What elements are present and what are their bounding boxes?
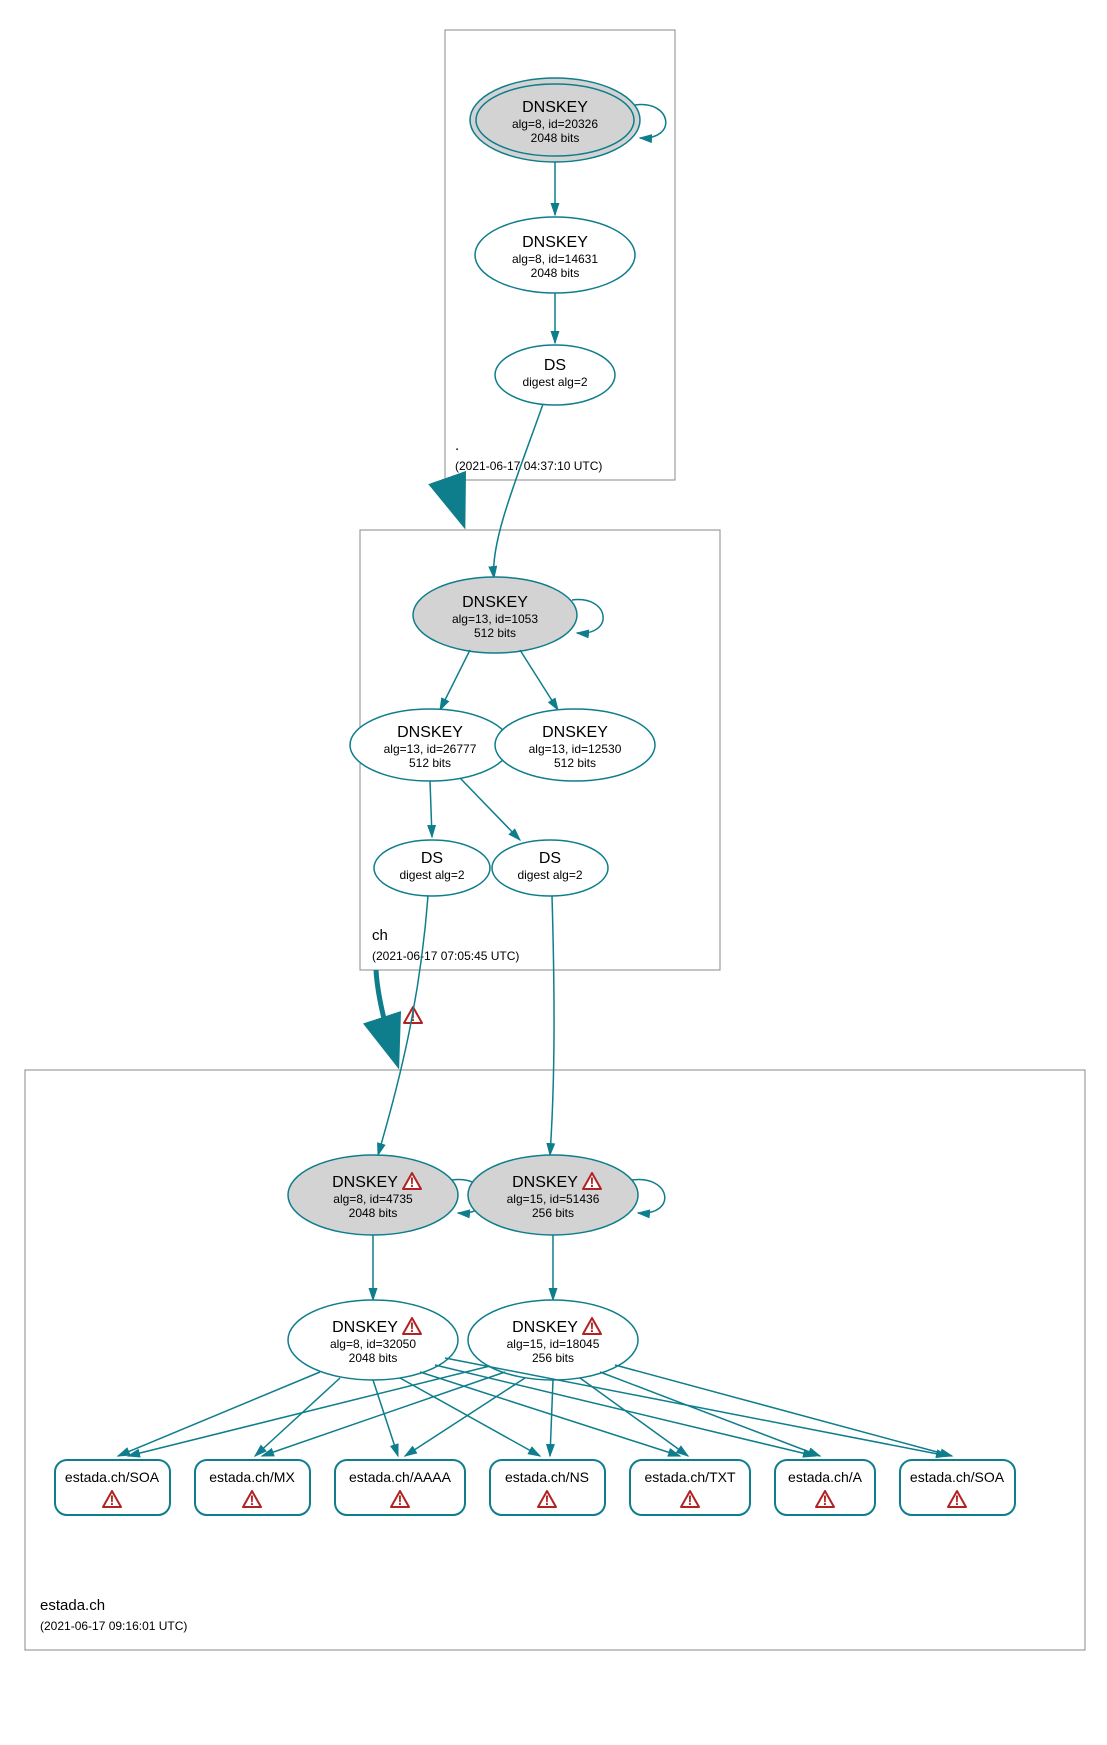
edge-n5-n8: [460, 778, 520, 840]
svg-text:estada.ch/SOA: estada.ch/SOA: [65, 1469, 160, 1485]
svg-text:2048 bits: 2048 bits: [531, 131, 580, 145]
edge-n12-r6: [600, 1372, 820, 1456]
svg-text:digest alg=2: digest alg=2: [517, 868, 582, 882]
svg-text:alg=8, id=32050: alg=8, id=32050: [330, 1337, 416, 1351]
svg-text:alg=8, id=4735: alg=8, id=4735: [333, 1192, 413, 1206]
edge-root-to-ch: [455, 480, 462, 520]
svg-text:2048 bits: 2048 bits: [349, 1206, 398, 1220]
rrset-txt: estada.ch/TXT: [630, 1460, 750, 1515]
svg-text:estada.ch/NS: estada.ch/NS: [505, 1469, 589, 1485]
ds-root: DS digest alg=2: [495, 345, 615, 405]
dnskey-estada-ksk-51436: DNSKEY alg=15, id=51436 256 bits: [468, 1155, 665, 1235]
zone-ch-ts: (2021-06-17 07:05:45 UTC): [372, 949, 519, 963]
ds-ch-1: DS digest alg=2: [374, 840, 490, 896]
edge-ch-to-estada: [376, 970, 396, 1060]
svg-text:estada.ch/MX: estada.ch/MX: [209, 1469, 295, 1485]
svg-text:DS: DS: [539, 850, 561, 867]
rrset-soa-2: estada.ch/SOA: [900, 1460, 1015, 1515]
svg-text:DNSKEY: DNSKEY: [542, 724, 608, 741]
svg-text:alg=8, id=20326: alg=8, id=20326: [512, 117, 598, 131]
dnskey-ch-ksk: DNSKEY alg=13, id=1053 512 bits: [413, 577, 603, 653]
dnskey-root-ksk: DNSKEY alg=8, id=20326 2048 bits: [470, 78, 666, 162]
edge-n12-r1: [128, 1366, 490, 1456]
svg-text:DNSKEY: DNSKEY: [462, 594, 528, 611]
zone-root-label: .: [455, 437, 459, 454]
zone-estada-label: estada.ch: [40, 1597, 105, 1614]
svg-text:DNSKEY: DNSKEY: [332, 1174, 398, 1191]
rrset-soa-1: estada.ch/SOA: [55, 1460, 170, 1515]
dnskey-estada-ksk-4735: DNSKEY alg=8, id=4735 2048 bits: [288, 1155, 485, 1235]
svg-text:DNSKEY: DNSKEY: [522, 234, 588, 251]
svg-text:alg=8, id=14631: alg=8, id=14631: [512, 252, 598, 266]
svg-text:512 bits: 512 bits: [474, 626, 516, 640]
edge-n11-r7: [445, 1358, 948, 1456]
svg-text:256 bits: 256 bits: [532, 1351, 574, 1365]
edge-n8-n10: [550, 896, 554, 1155]
svg-text:512 bits: 512 bits: [554, 756, 596, 770]
edge-n5-n7: [430, 781, 432, 837]
svg-text:alg=15, id=51436: alg=15, id=51436: [507, 1192, 600, 1206]
edge-n11-r1: [118, 1372, 320, 1456]
edge-n4-n5: [440, 650, 470, 710]
zone-estada-ts: (2021-06-17 09:16:01 UTC): [40, 1619, 187, 1633]
svg-text:2048 bits: 2048 bits: [349, 1351, 398, 1365]
rrset-a: estada.ch/A: [775, 1460, 875, 1515]
svg-text:256 bits: 256 bits: [532, 1206, 574, 1220]
svg-text:DS: DS: [421, 850, 443, 867]
svg-text:alg=15, id=18045: alg=15, id=18045: [507, 1337, 600, 1351]
ds-ch-2: DS digest alg=2: [492, 840, 608, 896]
rrset-aaaa: estada.ch/AAAA: [335, 1460, 465, 1515]
zone-root-ts: (2021-06-17 04:37:10 UTC): [455, 459, 602, 473]
svg-text:DNSKEY: DNSKEY: [512, 1319, 578, 1336]
edge-n12-r4: [550, 1380, 553, 1456]
edge-n3-n4: [494, 404, 543, 578]
svg-text:alg=13, id=26777: alg=13, id=26777: [384, 742, 477, 756]
edge-n4-n6: [520, 650, 558, 710]
svg-text:estada.ch/AAAA: estada.ch/AAAA: [349, 1469, 452, 1485]
svg-text:alg=13, id=12530: alg=13, id=12530: [529, 742, 622, 756]
zone-ch-label: ch: [372, 927, 388, 944]
dnskey-ch-zsk-26777: DNSKEY alg=13, id=26777 512 bits: [350, 709, 510, 781]
svg-text:DNSKEY: DNSKEY: [332, 1319, 398, 1336]
dnskey-root-zsk: DNSKEY alg=8, id=14631 2048 bits: [475, 217, 635, 293]
dnskey-estada-zsk-32050: DNSKEY alg=8, id=32050 2048 bits: [288, 1300, 458, 1380]
dnssec-diagram: ! . (2021-06-17 04:37:10 UTC) ch (2021-0…: [0, 0, 1107, 1745]
svg-text:DNSKEY: DNSKEY: [512, 1174, 578, 1191]
svg-text:DS: DS: [544, 357, 566, 374]
rrset-mx: estada.ch/MX: [195, 1460, 310, 1515]
svg-text:alg=13, id=1053: alg=13, id=1053: [452, 612, 538, 626]
svg-text:DNSKEY: DNSKEY: [397, 724, 463, 741]
edge-n11-r4: [400, 1378, 540, 1456]
svg-text:512 bits: 512 bits: [409, 756, 451, 770]
svg-text:digest alg=2: digest alg=2: [399, 868, 464, 882]
edge-n12-r5: [580, 1378, 688, 1456]
svg-text:estada.ch/SOA: estada.ch/SOA: [910, 1469, 1005, 1485]
svg-text:estada.ch/A: estada.ch/A: [788, 1469, 863, 1485]
svg-text:estada.ch/TXT: estada.ch/TXT: [644, 1469, 735, 1485]
edge-n12-r3: [405, 1378, 525, 1456]
rrset-ns: estada.ch/NS: [490, 1460, 605, 1515]
svg-text:2048 bits: 2048 bits: [531, 266, 580, 280]
dnskey-ch-zsk-12530: DNSKEY alg=13, id=12530 512 bits: [495, 709, 655, 781]
svg-text:digest alg=2: digest alg=2: [522, 375, 587, 389]
svg-text:DNSKEY: DNSKEY: [522, 99, 588, 116]
